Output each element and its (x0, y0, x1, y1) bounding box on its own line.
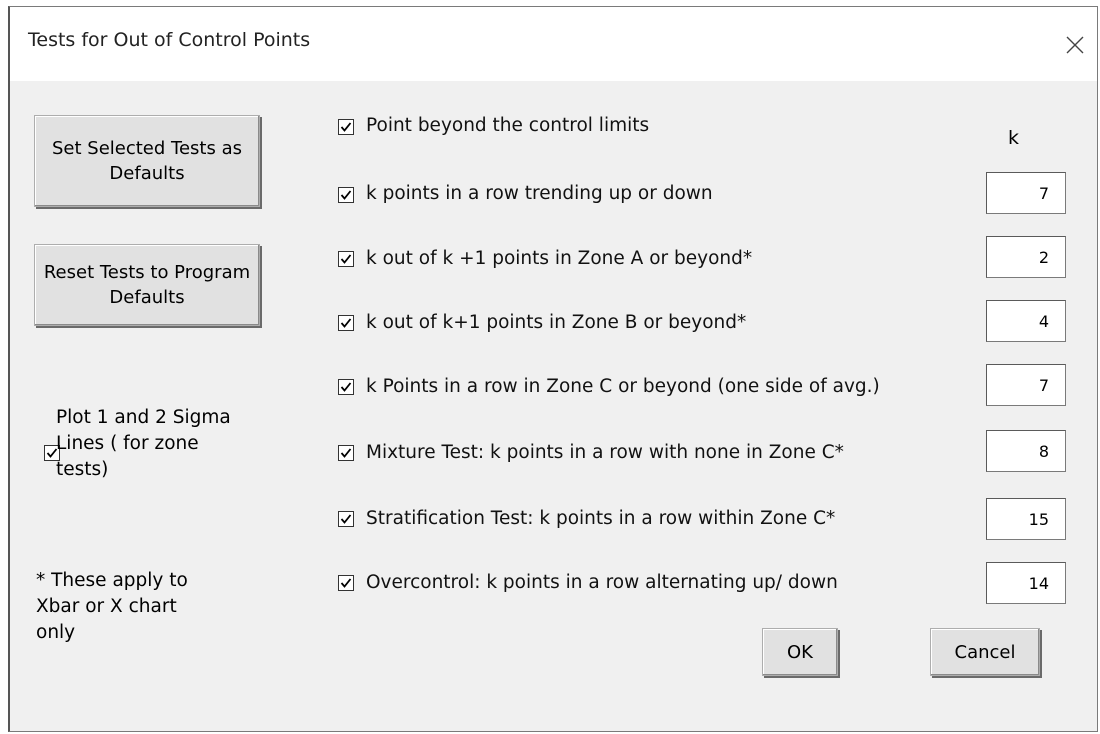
test-label-trend: k points in a row trending up or down (366, 183, 713, 204)
k-input-mixture[interactable] (986, 430, 1066, 472)
checkmark-icon (340, 190, 352, 200)
k-column-header: k (1008, 127, 1020, 149)
set-defaults-button[interactable]: Set Selected Tests as Defaults (34, 115, 260, 207)
checkmark-icon (340, 578, 352, 588)
close-button[interactable] (1057, 27, 1093, 63)
test-checkbox-stratification[interactable] (338, 511, 354, 527)
checkmark-icon (340, 254, 352, 264)
zone-tests-note: * These apply to Xbar or X chart only (36, 570, 188, 643)
test-checkbox-beyond-limits[interactable] (338, 119, 354, 135)
sigma-lines-label: Plot 1 and 2 Sigma Lines ( for zone test… (56, 407, 231, 480)
k-input-zone-c[interactable] (986, 364, 1066, 406)
title-bar: Tests for Out of Control Points (10, 7, 1097, 81)
set-defaults-label: Set Selected Tests as Defaults (52, 138, 242, 184)
checkmark-icon (340, 318, 352, 328)
test-label-zone-c: k Points in a row in Zone C or beyond (o… (366, 376, 880, 397)
cancel-button[interactable]: Cancel (930, 628, 1040, 676)
reset-defaults-label: Reset Tests to Program Defaults (43, 262, 251, 308)
test-checkbox-trend[interactable] (338, 187, 354, 203)
test-checkbox-zone-a[interactable] (338, 251, 354, 267)
checkmark-icon (340, 122, 352, 132)
test-checkbox-zone-b[interactable] (338, 315, 354, 331)
ok-label: OK (787, 641, 813, 663)
test-label-zone-a: k out of k +1 points in Zone A or beyond… (366, 248, 753, 269)
k-input-stratification[interactable] (986, 498, 1066, 540)
test-checkbox-zone-c[interactable] (338, 379, 354, 395)
checkmark-icon (340, 514, 352, 524)
test-label-beyond-limits: Point beyond the control limits (366, 115, 650, 136)
test-checkbox-overcontrol[interactable] (338, 575, 354, 591)
test-label-mixture: Mixture Test: k points in a row with non… (366, 442, 844, 463)
ok-button[interactable]: OK (762, 628, 838, 676)
dialog-title: Tests for Out of Control Points (28, 29, 311, 51)
test-label-zone-b: k out of k+1 points in Zone B or beyond* (366, 312, 747, 333)
cancel-label: Cancel (954, 641, 1016, 663)
k-input-zone-a[interactable] (986, 236, 1066, 278)
k-input-overcontrol[interactable] (986, 562, 1066, 604)
k-input-trend[interactable] (986, 172, 1066, 214)
checkmark-icon (340, 382, 352, 392)
test-checkbox-mixture[interactable] (338, 445, 354, 461)
k-input-zone-b[interactable] (986, 300, 1066, 342)
reset-defaults-button[interactable]: Reset Tests to Program Defaults (34, 244, 260, 326)
checkmark-icon (340, 448, 352, 458)
test-label-overcontrol: Overcontrol: k points in a row alternati… (366, 572, 838, 593)
close-icon (1066, 36, 1084, 54)
test-label-stratification: Stratification Test: k points in a row w… (366, 508, 836, 529)
